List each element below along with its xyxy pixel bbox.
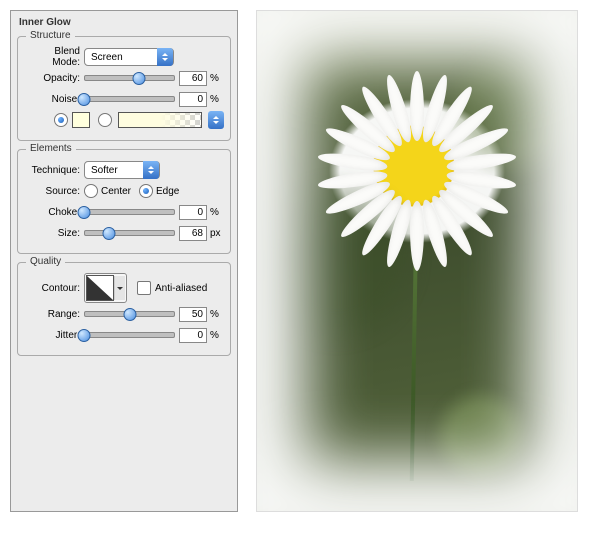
opacity-input[interactable]: 60 xyxy=(179,71,207,86)
anti-aliased-label: Anti-aliased xyxy=(155,283,207,294)
gradient-swatch[interactable] xyxy=(118,112,202,128)
source-center-radio[interactable] xyxy=(84,184,98,198)
gradient-dropdown-icon[interactable] xyxy=(208,111,224,129)
noise-slider[interactable] xyxy=(84,92,175,106)
anti-aliased-checkbox[interactable] xyxy=(137,281,151,295)
choke-label: Choke: xyxy=(24,207,84,218)
range-input[interactable]: 50 xyxy=(179,307,207,322)
size-unit: px xyxy=(207,228,224,239)
noise-unit: % xyxy=(207,94,224,105)
elements-legend: Elements xyxy=(26,143,76,154)
noise-label: Noise: xyxy=(24,94,84,105)
color-swatch[interactable] xyxy=(72,112,90,128)
source-edge-radio[interactable] xyxy=(139,184,153,198)
technique-value: Softer xyxy=(91,165,139,176)
dropdown-arrows-icon xyxy=(143,161,159,179)
range-slider[interactable] xyxy=(84,307,175,321)
jitter-slider[interactable] xyxy=(84,328,175,342)
opacity-slider[interactable] xyxy=(84,71,175,85)
elements-group: Elements Technique: Softer Source: Cente… xyxy=(17,149,231,254)
opacity-unit: % xyxy=(207,73,224,84)
opacity-label: Opacity: xyxy=(24,73,84,84)
size-slider[interactable] xyxy=(84,226,175,240)
quality-legend: Quality xyxy=(26,256,65,267)
chevron-down-icon xyxy=(114,276,125,300)
source-center-label: Center xyxy=(101,186,131,197)
dropdown-arrows-icon xyxy=(157,48,173,66)
source-edge-label: Edge xyxy=(156,186,179,197)
range-label: Range: xyxy=(24,309,84,320)
quality-group: Quality Contour: Anti-aliased Range: 50 … xyxy=(17,262,231,356)
source-label: Source: xyxy=(24,186,84,197)
choke-input[interactable]: 0 xyxy=(179,205,207,220)
size-input[interactable]: 68 xyxy=(179,226,207,241)
technique-dropdown[interactable]: Softer xyxy=(84,161,160,179)
jitter-unit: % xyxy=(207,330,224,341)
contour-picker[interactable] xyxy=(84,273,127,303)
choke-unit: % xyxy=(207,207,224,218)
preview-image xyxy=(256,10,578,512)
structure-legend: Structure xyxy=(26,30,75,41)
noise-input[interactable]: 0 xyxy=(179,92,207,107)
technique-label: Technique: xyxy=(24,165,84,176)
range-unit: % xyxy=(207,309,224,320)
layer-style-panel: Inner Glow Structure Blend Mode: Screen … xyxy=(10,10,238,512)
choke-slider[interactable] xyxy=(84,205,175,219)
blend-mode-label: Blend Mode: xyxy=(24,46,84,68)
blend-mode-value: Screen xyxy=(91,52,153,63)
contour-label: Contour: xyxy=(24,283,84,294)
panel-title: Inner Glow xyxy=(17,15,231,28)
contour-thumbnail-icon xyxy=(86,275,114,301)
size-label: Size: xyxy=(24,228,84,239)
jitter-input[interactable]: 0 xyxy=(179,328,207,343)
jitter-label: Jitter: xyxy=(24,330,84,341)
blend-mode-dropdown[interactable]: Screen xyxy=(84,48,174,66)
gradient-radio[interactable] xyxy=(98,113,112,127)
color-radio[interactable] xyxy=(54,113,68,127)
structure-group: Structure Blend Mode: Screen Opacity: 60… xyxy=(17,36,231,141)
